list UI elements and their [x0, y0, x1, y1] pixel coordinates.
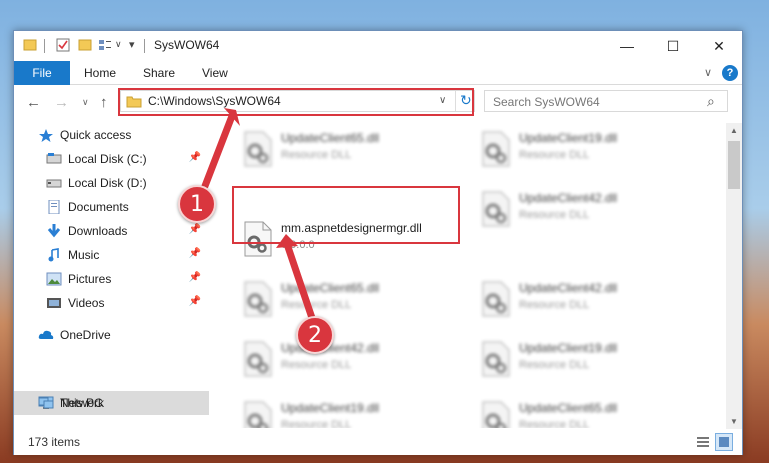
arrow-1 — [201, 112, 236, 190]
arrow-2 — [283, 240, 316, 322]
annotation-arrows — [201, 108, 316, 322]
step-1-badge: 1 — [178, 185, 216, 223]
step-2-badge: 2 — [296, 316, 334, 354]
arrow-2-head — [276, 234, 298, 248]
